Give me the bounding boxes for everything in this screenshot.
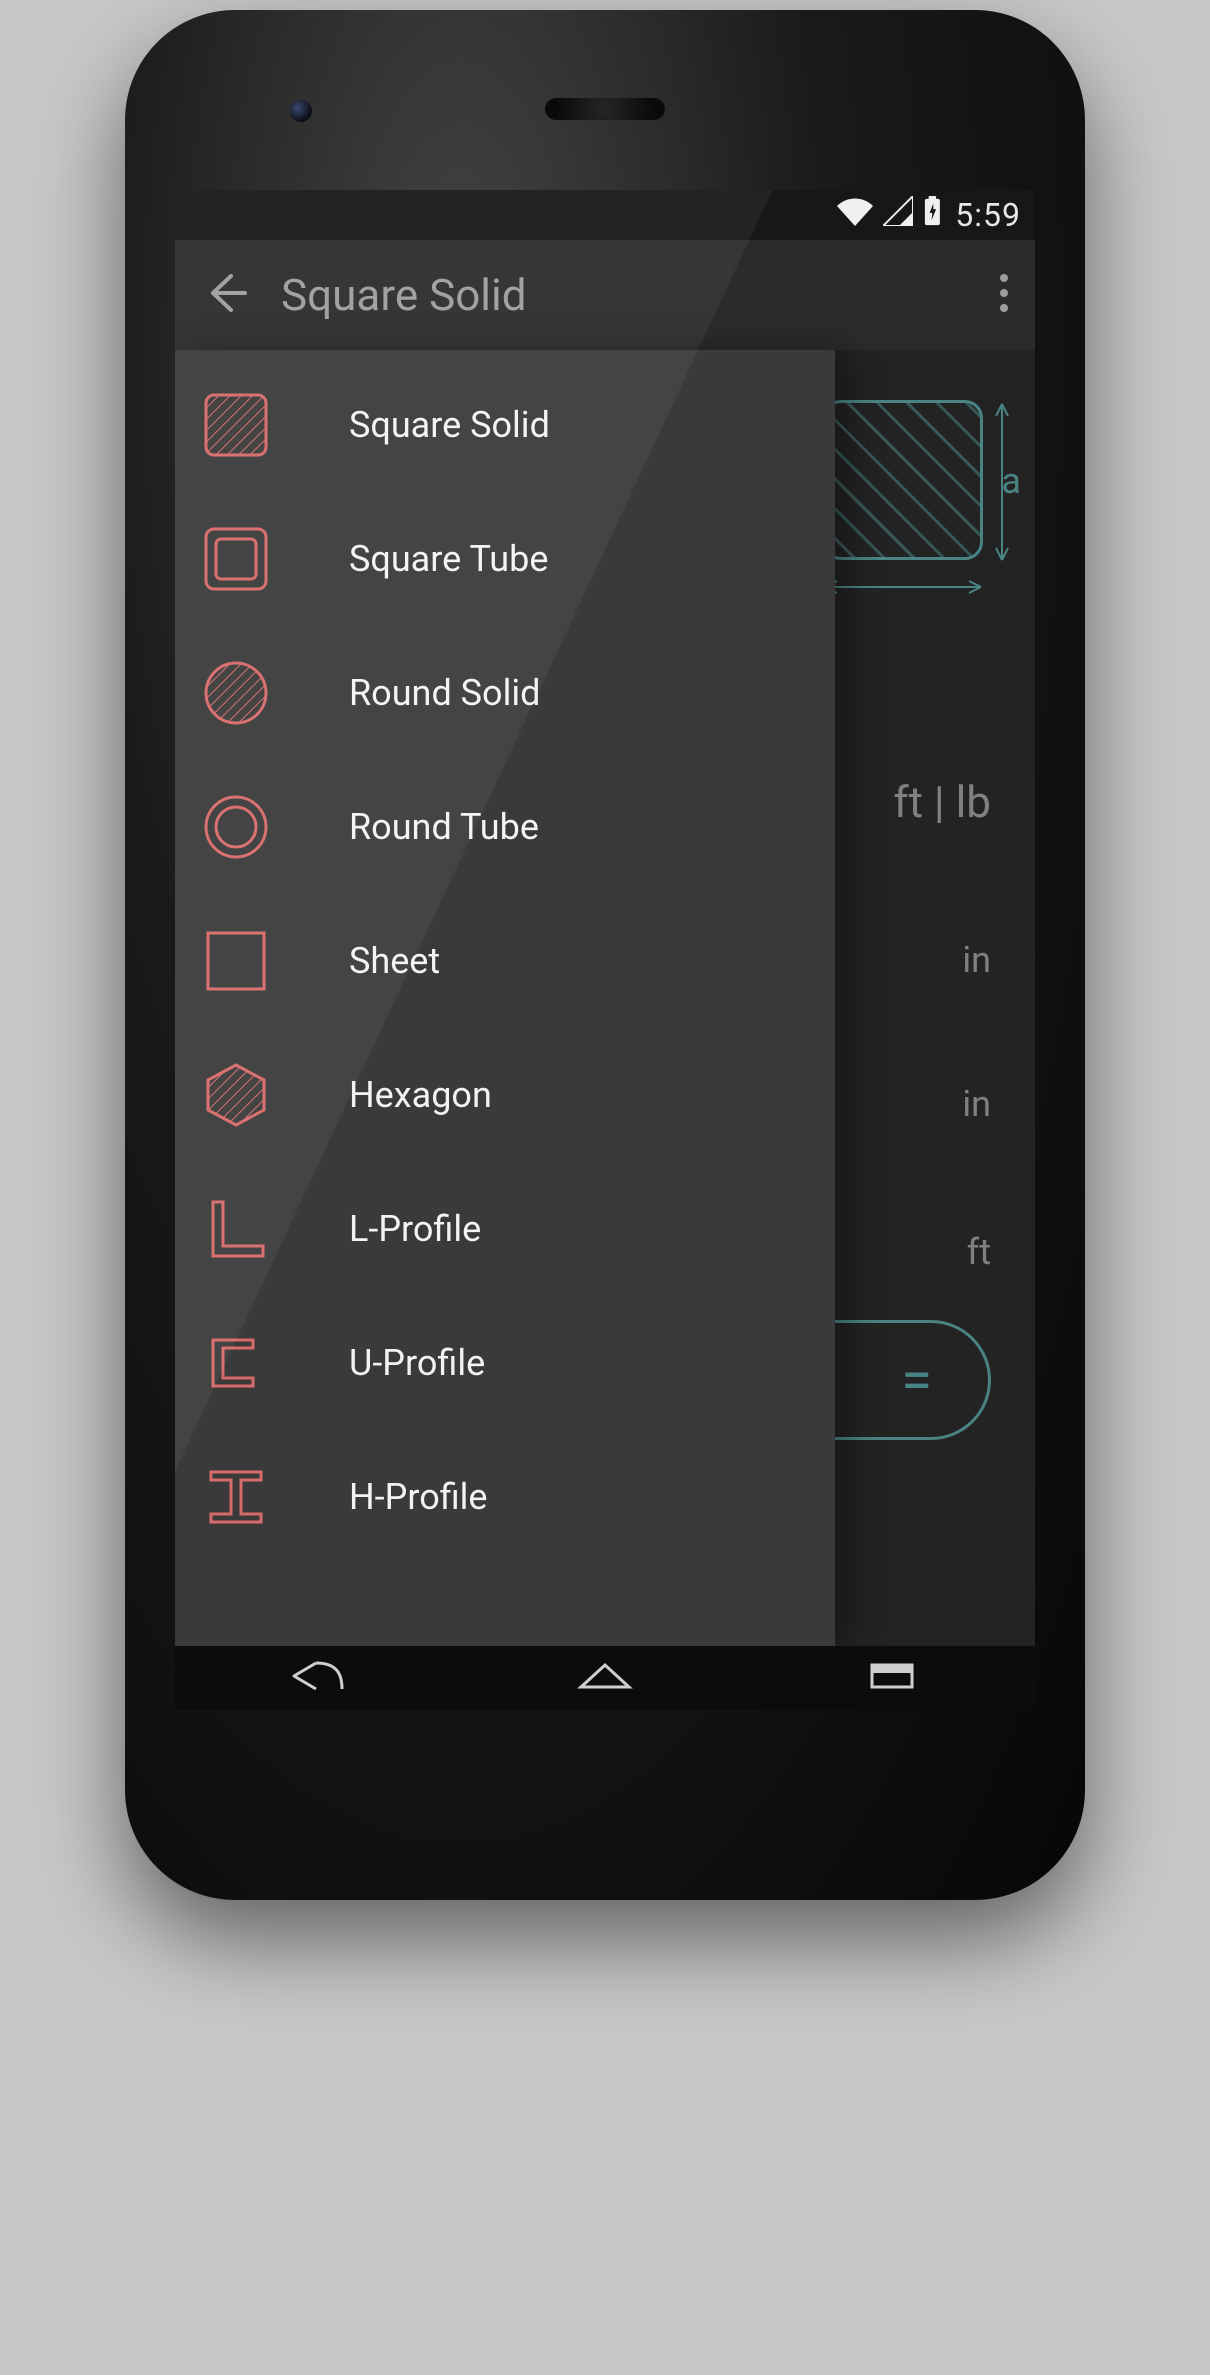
round-tube-icon: [201, 792, 271, 862]
drawer-item-u-profile[interactable]: U-Profile: [175, 1296, 835, 1430]
overflow-menu-button[interactable]: [999, 270, 1009, 320]
square-tube-icon: [201, 524, 271, 594]
app-bar: Square Solid: [175, 240, 1035, 350]
screen: 5:59 Square Solid a ft | lb in in ft =: [175, 190, 1035, 1710]
l-profile-icon: [201, 1194, 271, 1264]
drawer-item-label: Round Solid: [349, 672, 540, 714]
wifi-icon: [837, 196, 873, 234]
sheet-icon: [201, 926, 271, 996]
android-nav-bar: [175, 1646, 1035, 1710]
drawer-item-label: Sheet: [349, 940, 440, 982]
hexagon-icon: [201, 1060, 271, 1130]
drawer-item-square-tube[interactable]: Square Tube: [175, 492, 835, 626]
nav-back-button[interactable]: [288, 1659, 348, 1697]
drawer-item-round-tube[interactable]: Round Tube: [175, 760, 835, 894]
drawer-item-label: L-Profile: [349, 1208, 481, 1250]
battery-charging-icon: [923, 196, 942, 234]
drawer-item-l-profile[interactable]: L-Profile: [175, 1162, 835, 1296]
drawer-item-label: U-Profile: [349, 1342, 485, 1384]
square-solid-icon: [201, 390, 271, 460]
nav-home-button[interactable]: [575, 1659, 635, 1697]
drawer-item-label: Round Tube: [349, 806, 539, 848]
drawer-item-label: Square Solid: [349, 404, 550, 446]
status-clock: 5:59: [955, 196, 1021, 234]
signal-icon: [883, 196, 913, 234]
back-button[interactable]: [201, 270, 247, 320]
shape-drawer: Square Solid Square Tube Round Solid Rou…: [175, 350, 835, 1646]
drawer-item-h-profile[interactable]: H-Profile: [175, 1430, 835, 1564]
drawer-item-label: Square Tube: [349, 538, 548, 580]
round-solid-icon: [201, 658, 271, 728]
h-profile-icon: [201, 1462, 271, 1532]
app-title: Square Solid: [281, 269, 527, 321]
nav-recents-button[interactable]: [862, 1659, 922, 1697]
drawer-item-sheet[interactable]: Sheet: [175, 894, 835, 1028]
u-profile-icon: [201, 1328, 271, 1398]
drawer-item-square-solid[interactable]: Square Solid: [175, 358, 835, 492]
status-bar: 5:59: [175, 190, 1035, 240]
drawer-item-round-solid[interactable]: Round Solid: [175, 626, 835, 760]
drawer-item-hexagon[interactable]: Hexagon: [175, 1028, 835, 1162]
drawer-item-label: Hexagon: [349, 1074, 492, 1116]
drawer-item-label: H-Profile: [349, 1476, 488, 1518]
device-frame: 5:59 Square Solid a ft | lb in in ft =: [125, 10, 1085, 1900]
